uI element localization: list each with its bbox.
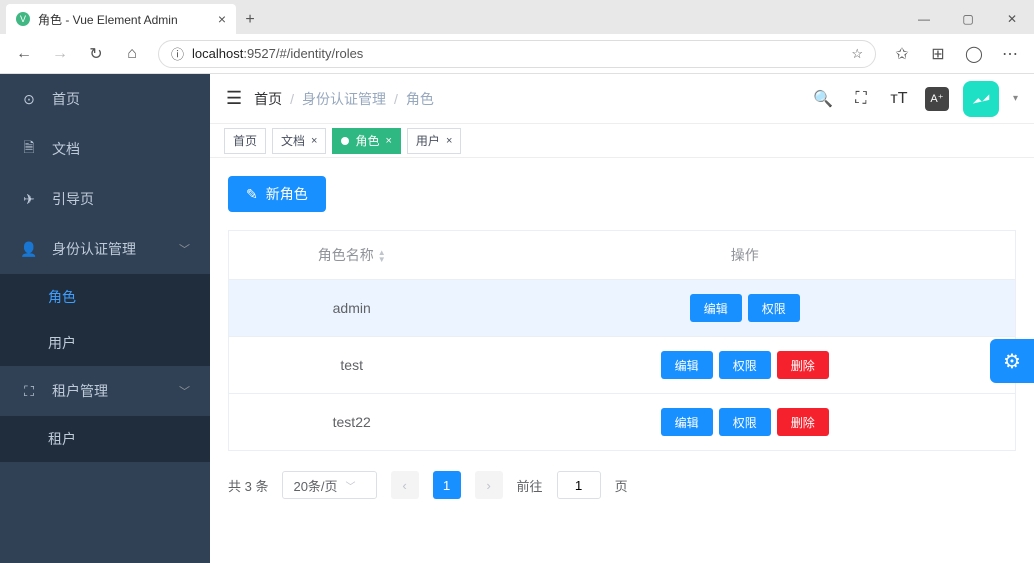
url-bar: ← → ↻ ⌂ ⓘ localhost:9527/#/identity/role… <box>0 34 1034 74</box>
profile-icon[interactable]: ◯ <box>958 38 990 70</box>
table-row: admin编辑权限 <box>229 280 1016 337</box>
tab-close-icon[interactable]: × <box>385 135 391 147</box>
delete-button[interactable]: 删除 <box>777 351 829 379</box>
user-icon: 👤 <box>20 241 38 258</box>
prev-page-button[interactable]: ‹ <box>391 471 419 499</box>
goto-prefix: 前往 <box>517 476 543 495</box>
minimize-icon[interactable]: — <box>902 4 946 34</box>
sidebar-item-roles[interactable]: 角色 <box>0 274 210 320</box>
close-icon[interactable]: ✕ <box>990 4 1034 34</box>
breadcrumb-item: 身份认证管理 <box>302 89 386 109</box>
tab-roles[interactable]: 角色× <box>332 128 400 154</box>
browser-title-bar: V 角色 - Vue Element Admin × + — ▢ ✕ <box>0 0 1034 34</box>
permission-button[interactable]: 权限 <box>748 294 800 322</box>
view-tabs: 首页 文档× 角色× 用户× <box>210 124 1034 158</box>
delete-button[interactable]: 删除 <box>777 408 829 436</box>
search-icon[interactable]: 🔍 <box>811 87 835 111</box>
new-role-button[interactable]: ✎新角色 <box>228 176 326 212</box>
document-icon: 🗎 <box>20 137 38 161</box>
roles-table: 角色名称▲▼ 操作 admin编辑权限test编辑权限删除test22编辑权限删… <box>228 230 1016 451</box>
window-controls: — ▢ ✕ <box>902 4 1034 34</box>
dashboard-icon: ⊙ <box>20 91 38 108</box>
edit-button[interactable]: 编辑 <box>661 408 713 436</box>
page-number-button[interactable]: 1 <box>433 471 461 499</box>
settings-drawer-button[interactable]: ⚙ <box>990 339 1034 383</box>
refresh-icon[interactable]: ↻ <box>80 38 112 70</box>
hamburger-icon[interactable]: ☰ <box>226 88 242 109</box>
sidebar-item-guide[interactable]: ✈引导页 <box>0 174 210 224</box>
sidebar-item-identity[interactable]: 👤身份认证管理﹀ <box>0 224 210 274</box>
chevron-down-icon: ﹀ <box>346 478 356 493</box>
page-size-select[interactable]: 20条/页﹀ <box>282 471 376 499</box>
actions-cell: 编辑权限删除 <box>474 394 1015 451</box>
pagination: 共 3 条 20条/页﹀ ‹ 1 › 前往 页 <box>228 471 1016 499</box>
content: ✎新角色 角色名称▲▼ 操作 admin编辑权限test编辑权限删除test22… <box>210 158 1034 517</box>
role-name-cell: admin <box>229 280 475 337</box>
active-dot-icon <box>341 137 349 145</box>
home-icon[interactable]: ⌂ <box>116 38 148 70</box>
sidebar-item-docs[interactable]: 🗎文档 <box>0 124 210 174</box>
breadcrumb: 首页 / 身份认证管理 / 角色 <box>254 89 434 109</box>
tenant-icon: ⛶ <box>20 383 38 400</box>
next-page-button[interactable]: › <box>475 471 503 499</box>
tab-close-icon[interactable]: × <box>218 11 226 27</box>
forward-icon: → <box>44 38 76 70</box>
role-name-cell: test22 <box>229 394 475 451</box>
chevron-down-icon: ﹀ <box>179 383 190 399</box>
total-label: 共 3 条 <box>228 476 268 495</box>
permission-button[interactable]: 权限 <box>719 408 771 436</box>
sidebar-item-home[interactable]: ⊙首页 <box>0 74 210 124</box>
url-text: localhost:9527/#/identity/roles <box>192 46 843 61</box>
permission-button[interactable]: 权限 <box>719 351 771 379</box>
breadcrumb-item[interactable]: 首页 <box>254 89 282 109</box>
main-area: ☰ 首页 / 身份认证管理 / 角色 🔍 ⛶ ᴛT A⁺ ▾ 首页 文档× 角色… <box>210 74 1034 563</box>
info-icon[interactable]: ⓘ <box>171 44 184 63</box>
tab-users[interactable]: 用户× <box>407 128 461 154</box>
tab-docs[interactable]: 文档× <box>272 128 326 154</box>
maximize-icon[interactable]: ▢ <box>946 4 990 34</box>
sidebar-item-tenant[interactable]: ⛶租户管理﹀ <box>0 366 210 416</box>
new-tab-button[interactable]: + <box>236 6 264 34</box>
translate-icon[interactable]: A⁺ <box>925 87 949 111</box>
star-icon[interactable]: ☆ <box>851 46 863 62</box>
tab-close-icon[interactable]: × <box>311 135 317 147</box>
goto-suffix: 页 <box>615 476 628 495</box>
url-input[interactable]: ⓘ localhost:9527/#/identity/roles ☆ <box>158 40 876 68</box>
role-name-cell: test <box>229 337 475 394</box>
edit-icon: ✎ <box>246 186 258 203</box>
topbar: ☰ 首页 / 身份认证管理 / 角色 🔍 ⛶ ᴛT A⁺ ▾ <box>210 74 1034 124</box>
sort-icon[interactable]: ▲▼ <box>378 249 386 263</box>
edit-button[interactable]: 编辑 <box>661 351 713 379</box>
tab-home[interactable]: 首页 <box>224 128 266 154</box>
guide-icon: ✈ <box>20 191 38 208</box>
tab-close-icon[interactable]: × <box>446 135 452 147</box>
edit-button[interactable]: 编辑 <box>690 294 742 322</box>
chevron-down-icon: ﹀ <box>179 241 190 257</box>
gear-icon: ⚙ <box>1003 349 1021 374</box>
caret-down-icon[interactable]: ▾ <box>1013 93 1018 104</box>
col-actions: 操作 <box>474 231 1015 280</box>
browser-tab[interactable]: V 角色 - Vue Element Admin × <box>6 4 236 34</box>
breadcrumb-item: 角色 <box>406 89 434 109</box>
table-row: test编辑权限删除 <box>229 337 1016 394</box>
top-actions: 🔍 ⛶ ᴛT A⁺ ▾ <box>811 81 1018 117</box>
collections-icon[interactable]: ⊞ <box>922 38 954 70</box>
back-icon[interactable]: ← <box>8 38 40 70</box>
more-icon[interactable]: ⋯ <box>994 38 1026 70</box>
actions-cell: 编辑权限删除 <box>474 337 1015 394</box>
font-size-icon[interactable]: ᴛT <box>887 87 911 111</box>
avatar[interactable] <box>963 81 999 117</box>
col-name[interactable]: 角色名称▲▼ <box>229 231 475 280</box>
table-row: test22编辑权限删除 <box>229 394 1016 451</box>
goto-page-input[interactable] <box>557 471 601 499</box>
tab-title: 角色 - Vue Element Admin <box>38 11 210 28</box>
vue-icon: V <box>16 12 30 26</box>
actions-cell: 编辑权限 <box>474 280 1015 337</box>
favorites-icon[interactable]: ✩ <box>886 38 918 70</box>
sidebar-item-tenant-list[interactable]: 租户 <box>0 416 210 462</box>
fullscreen-icon[interactable]: ⛶ <box>849 87 873 111</box>
sidebar: ⊙首页 🗎文档 ✈引导页 👤身份认证管理﹀ 角色 用户 ⛶租户管理﹀ 租户 <box>0 74 210 563</box>
sidebar-item-users[interactable]: 用户 <box>0 320 210 366</box>
